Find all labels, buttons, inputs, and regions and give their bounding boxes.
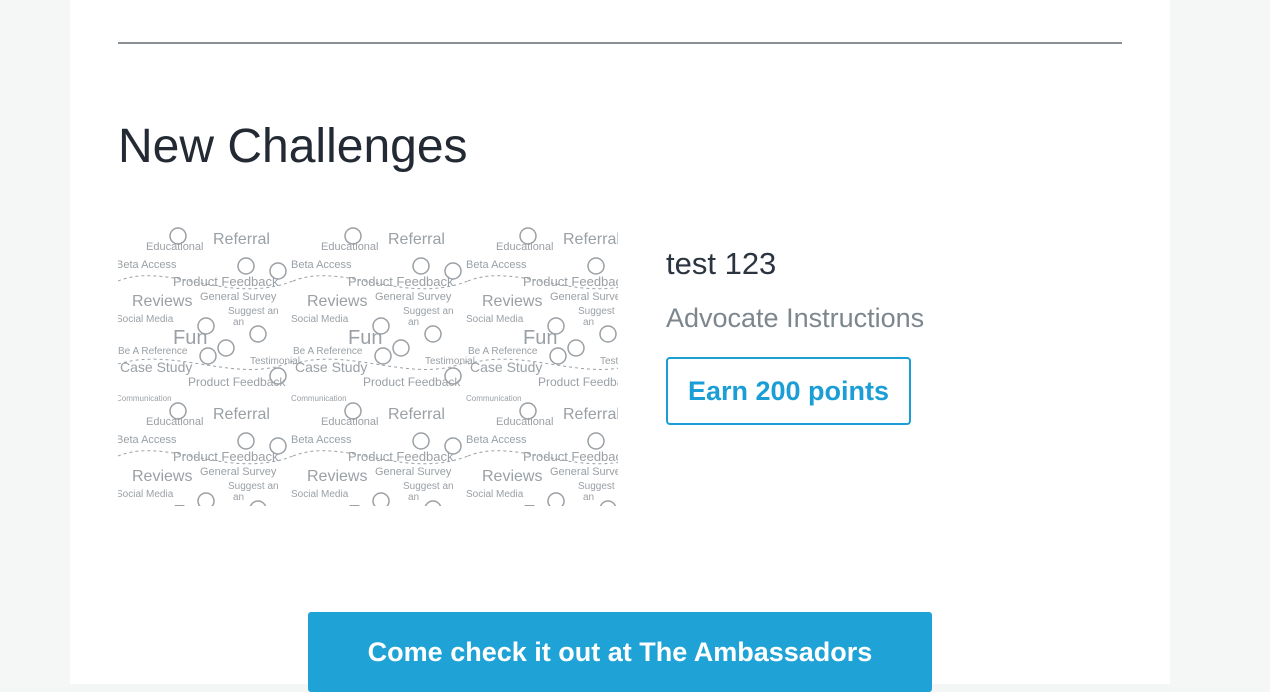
svg-text:Suggest an: Suggest an [403, 306, 454, 317]
svg-text:Communication: Communication [118, 394, 172, 403]
svg-text:Reviews: Reviews [132, 293, 192, 310]
svg-text:Be A Reference: Be A Reference [468, 346, 538, 357]
svg-text:Suggest an: Suggest an [403, 481, 454, 492]
challenge-instructions: Advocate Instructions [666, 303, 925, 333]
svg-text:Beta Access: Beta Access [466, 434, 527, 446]
svg-text:an: an [583, 317, 594, 328]
svg-text:Testimonial: Testimonial [600, 356, 618, 367]
svg-text:General Survey: General Survey [375, 466, 452, 478]
svg-text:Fun: Fun [348, 502, 382, 506]
svg-text:Reviews: Reviews [132, 468, 192, 485]
svg-text:Referral: Referral [563, 406, 618, 423]
divider [118, 42, 1122, 44]
svg-text:Fun: Fun [173, 502, 207, 506]
svg-text:Product Feedback: Product Feedback [188, 375, 286, 389]
svg-text:Referral: Referral [563, 231, 618, 248]
svg-text:Be A Reference: Be A Reference [118, 346, 188, 357]
svg-text:Referral: Referral [213, 231, 270, 248]
svg-text:an: an [408, 492, 419, 503]
content-card: New Challenges Educational Referral Beta A… [70, 0, 1170, 692]
svg-text:Beta Access: Beta Access [466, 259, 527, 271]
svg-text:Social Media: Social Media [118, 314, 174, 325]
earn-points-button[interactable]: Earn 200 points [666, 357, 911, 425]
svg-text:General Survey: General Survey [550, 291, 618, 303]
svg-text:Communication: Communication [466, 394, 522, 403]
svg-text:Product Feedback: Product Feedback [363, 375, 461, 389]
svg-text:an: an [408, 317, 419, 328]
challenge-title[interactable]: test 123 [666, 244, 776, 284]
svg-text:Suggest an: Suggest an [578, 306, 618, 317]
svg-text:Reviews: Reviews [482, 468, 542, 485]
svg-text:an: an [233, 492, 244, 503]
svg-text:an: an [583, 492, 594, 503]
svg-text:Communication: Communication [291, 394, 347, 403]
svg-text:Reviews: Reviews [482, 293, 542, 310]
svg-text:Fun: Fun [523, 502, 557, 506]
svg-text:Product Feedback: Product Feedback [538, 375, 618, 389]
svg-text:Social Media: Social Media [466, 489, 524, 500]
svg-text:Social Media: Social Media [291, 314, 349, 325]
svg-text:Referral: Referral [213, 406, 270, 423]
svg-text:General Survey: General Survey [375, 291, 452, 303]
svg-text:Suggest an: Suggest an [578, 481, 618, 492]
svg-text:General Survey: General Survey [550, 466, 618, 478]
svg-text:General Survey: General Survey [200, 291, 277, 303]
svg-text:Beta Access: Beta Access [291, 434, 352, 446]
challenge-image[interactable]: Educational Referral Beta Access Product Fe… [118, 226, 618, 506]
svg-text:Beta Access: Beta Access [118, 259, 177, 271]
svg-text:Social Media: Social Media [466, 314, 524, 325]
svg-text:Referral: Referral [388, 231, 445, 248]
svg-text:Suggest an: Suggest an [228, 306, 279, 317]
svg-text:Social Media: Social Media [291, 489, 349, 500]
pattern-group: Educational ReferralBeta AccessProduct Fe… [118, 227, 618, 506]
svg-text:General Survey: General Survey [200, 466, 277, 478]
svg-text:Social Media: Social Media [118, 489, 174, 500]
section-title: New Challenges [118, 120, 468, 173]
svg-text:Reviews: Reviews [307, 293, 367, 310]
svg-text:Reviews: Reviews [307, 468, 367, 485]
svg-text:Beta Access: Beta Access [291, 259, 352, 271]
svg-text:Be A Reference: Be A Reference [293, 346, 363, 357]
svg-text:an: an [233, 317, 244, 328]
cta-button[interactable]: Come check it out at The Ambassadors [308, 612, 932, 692]
svg-text:Referral: Referral [388, 406, 445, 423]
svg-text:Suggest an: Suggest an [228, 481, 279, 492]
svg-text:Beta Access: Beta Access [118, 434, 177, 446]
